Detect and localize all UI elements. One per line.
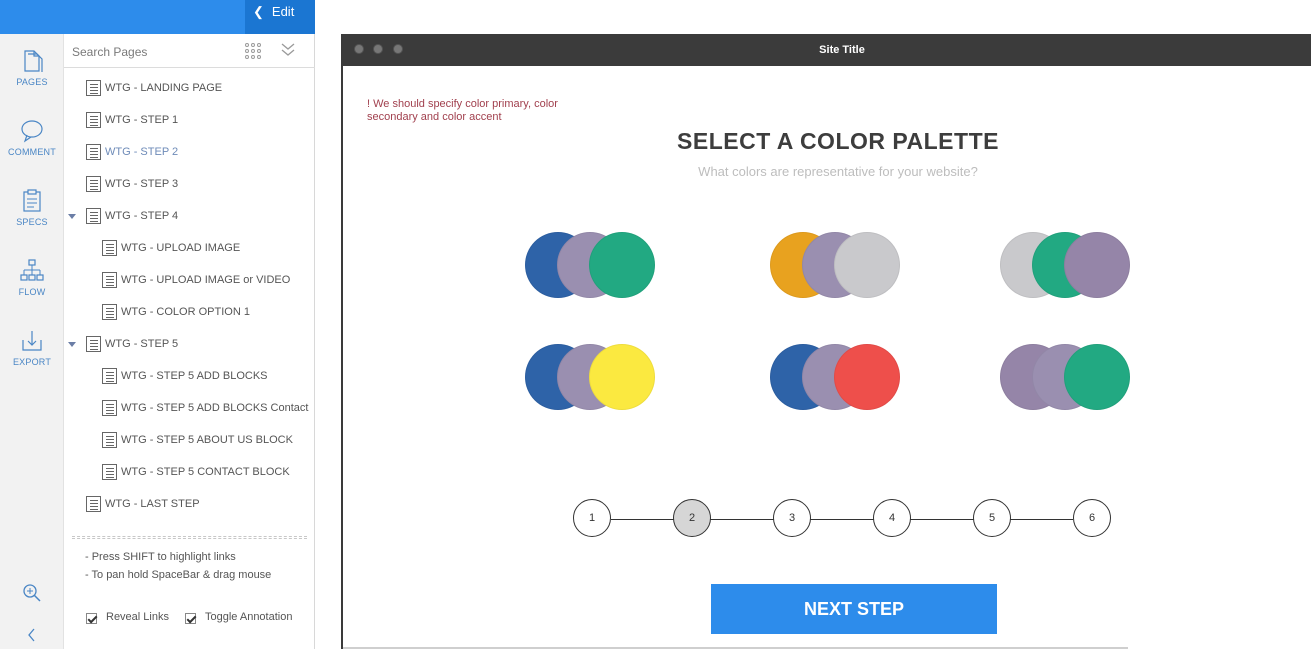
color-swatch [834, 344, 900, 410]
page-list-item-label: WTG - UPLOAD IMAGE [121, 242, 241, 254]
hint-shift: - Press SHIFT to highlight links [85, 551, 236, 563]
color-palette-option[interactable] [1000, 232, 1132, 300]
rail-comment[interactable]: COMMENT [0, 118, 64, 157]
color-swatch [589, 232, 655, 298]
color-palette-option[interactable] [525, 232, 657, 300]
page-list-item-label: WTG - UPLOAD IMAGE or VIDEO [121, 274, 291, 286]
page-list-item-label: WTG - STEP 1 [105, 114, 179, 126]
rail-specs-label: SPECS [16, 217, 48, 227]
collapse-left-icon [28, 628, 35, 642]
search-input[interactable] [72, 42, 232, 62]
page-heading: SELECT A COLOR PALETTE [677, 128, 999, 154]
page-list-item-label: WTG - STEP 2 [105, 146, 179, 158]
page-icon [102, 240, 117, 256]
page-icon [102, 368, 117, 384]
step-indicator: 1 2 3 4 5 6 [573, 499, 1113, 539]
step-circle[interactable]: 4 [873, 499, 911, 537]
page-list-item-label: WTG - STEP 5 CONTACT BLOCK [121, 466, 290, 478]
site-preview-window: Site Title ! We should specify color pri… [341, 34, 1311, 649]
page-icon [102, 464, 117, 480]
pages-icon [24, 50, 43, 72]
rail-specs[interactable]: SPECS [0, 188, 64, 227]
color-swatch [1064, 344, 1130, 410]
page-subheading: What colors are representative for your … [698, 164, 978, 179]
step-circle[interactable]: 1 [573, 499, 611, 537]
window-title-bar: Site Title [343, 34, 1311, 66]
page-list-item-label: WTG - STEP 5 ADD BLOCKS Contact [121, 402, 309, 414]
step-circle[interactable]: 3 [773, 499, 811, 537]
annotation-note: ! We should specify color primary, color… [367, 98, 558, 123]
step-circle[interactable]: 6 [1073, 499, 1111, 537]
color-swatch [589, 344, 655, 410]
page-icon [102, 432, 117, 448]
grid-view-icon[interactable] [244, 42, 262, 60]
color-palette-option[interactable] [770, 232, 902, 300]
rail-pages[interactable]: PAGES [0, 48, 64, 87]
page-icon [86, 336, 101, 352]
page-list-item-label: WTG - STEP 5 ABOUT US BLOCK [121, 434, 293, 446]
color-palette-option[interactable] [770, 344, 902, 412]
page-icon [86, 144, 101, 160]
flow-icon [20, 259, 44, 281]
comment-icon [21, 120, 43, 143]
next-step-button[interactable]: NEXT STEP [711, 584, 997, 634]
app-root: PAGES COMMENT SPECS FLOW EXPORT ❮ Edit S… [0, 0, 1311, 649]
checkbox-checked-icon [86, 613, 97, 624]
zoom-button[interactable] [0, 582, 64, 607]
expand-triangle-icon[interactable] [68, 214, 76, 219]
page-icon [86, 496, 101, 512]
search-row [64, 34, 315, 68]
hint-pan: - To pan hold SpaceBar & drag mouse [85, 569, 272, 581]
specs-icon [23, 189, 41, 212]
reveal-links-label: Reveal Links [106, 611, 169, 623]
step-circle[interactable]: 5 [973, 499, 1011, 537]
page-list-item-label: WTG - STEP 3 [105, 178, 179, 190]
page-list-item-label: WTG - LANDING PAGE [105, 82, 223, 94]
page-icon [86, 112, 101, 128]
color-swatch [834, 232, 900, 298]
page-icon [86, 208, 101, 224]
step-circle[interactable]: 2 [673, 499, 711, 537]
rail-comment-label: COMMENT [8, 147, 56, 157]
page-list-item-label: WTG - STEP 5 ADD BLOCKS [121, 370, 268, 382]
page-icon [86, 176, 101, 192]
page-icon [102, 304, 117, 320]
zoom-icon [23, 584, 41, 602]
top-bar: ❮ Edit [0, 0, 315, 34]
page-list-item-label: WTG - STEP 5 [105, 338, 179, 350]
left-rail: PAGES COMMENT SPECS FLOW EXPORT [0, 0, 64, 649]
double-chevron-down-icon[interactable] [280, 40, 296, 60]
color-swatch [1064, 232, 1130, 298]
toggle-annotation-label: Toggle Annotation [205, 611, 293, 623]
export-icon [22, 331, 42, 351]
page-icon [102, 400, 117, 416]
page-list-item-label: WTG - LAST STEP [105, 498, 200, 510]
page-icon [102, 272, 117, 288]
page-list-item-label: WTG - COLOR OPTION 1 [121, 306, 250, 318]
page-icon [86, 80, 101, 96]
color-palette-option[interactable] [1000, 344, 1132, 412]
page-list-item-label: WTG - STEP 4 [105, 210, 179, 222]
pages-panel: WTG - LANDING PAGE WTG - STEP 1 WTG - STEP… [64, 34, 315, 649]
rail-export[interactable]: EXPORT [0, 328, 64, 367]
rail-flow-label: FLOW [18, 287, 46, 297]
checkbox-checked-icon [185, 613, 196, 624]
expand-triangle-icon[interactable] [68, 342, 76, 347]
collapse-rail-button[interactable] [0, 627, 64, 646]
chevron-left-icon: ❮ [253, 4, 264, 19]
edit-button[interactable]: ❮ Edit [245, 0, 315, 34]
edit-label: Edit [271, 4, 295, 19]
color-palette-option[interactable] [525, 344, 657, 412]
rail-flow[interactable]: FLOW [0, 258, 64, 297]
window-title: Site Title [819, 44, 865, 56]
divider [72, 536, 307, 539]
rail-pages-label: PAGES [16, 77, 48, 87]
rail-export-label: EXPORT [12, 357, 52, 367]
